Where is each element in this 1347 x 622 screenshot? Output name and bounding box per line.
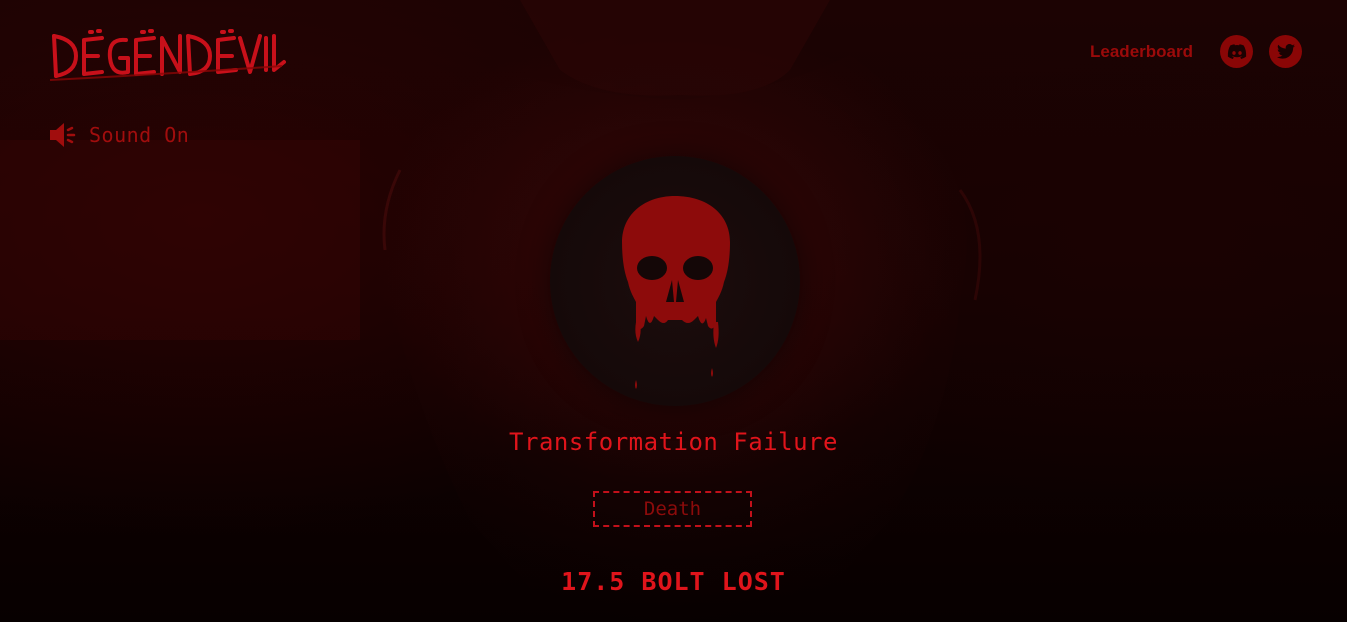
loss-amount: 17.5 BOLT LOST [561, 567, 786, 596]
sound-toggle-button[interactable]: Sound On [49, 122, 189, 148]
twitter-button[interactable] [1269, 35, 1302, 68]
page: Sound On Leaderboard Transformation Fail… [0, 0, 1347, 622]
twitter-icon [1276, 44, 1295, 59]
result-emblem [550, 156, 800, 406]
status-badge: Death [593, 491, 752, 527]
result-title: Transformation Failure [509, 428, 838, 456]
top-nav: Leaderboard [1090, 35, 1302, 68]
discord-button[interactable] [1220, 35, 1253, 68]
degendevil-logo[interactable] [46, 26, 286, 88]
discord-icon [1227, 43, 1246, 59]
speaker-icon [50, 123, 76, 147]
leaderboard-link[interactable]: Leaderboard [1090, 42, 1193, 62]
sound-label: Sound On [89, 123, 190, 147]
skull-icon [622, 196, 730, 389]
